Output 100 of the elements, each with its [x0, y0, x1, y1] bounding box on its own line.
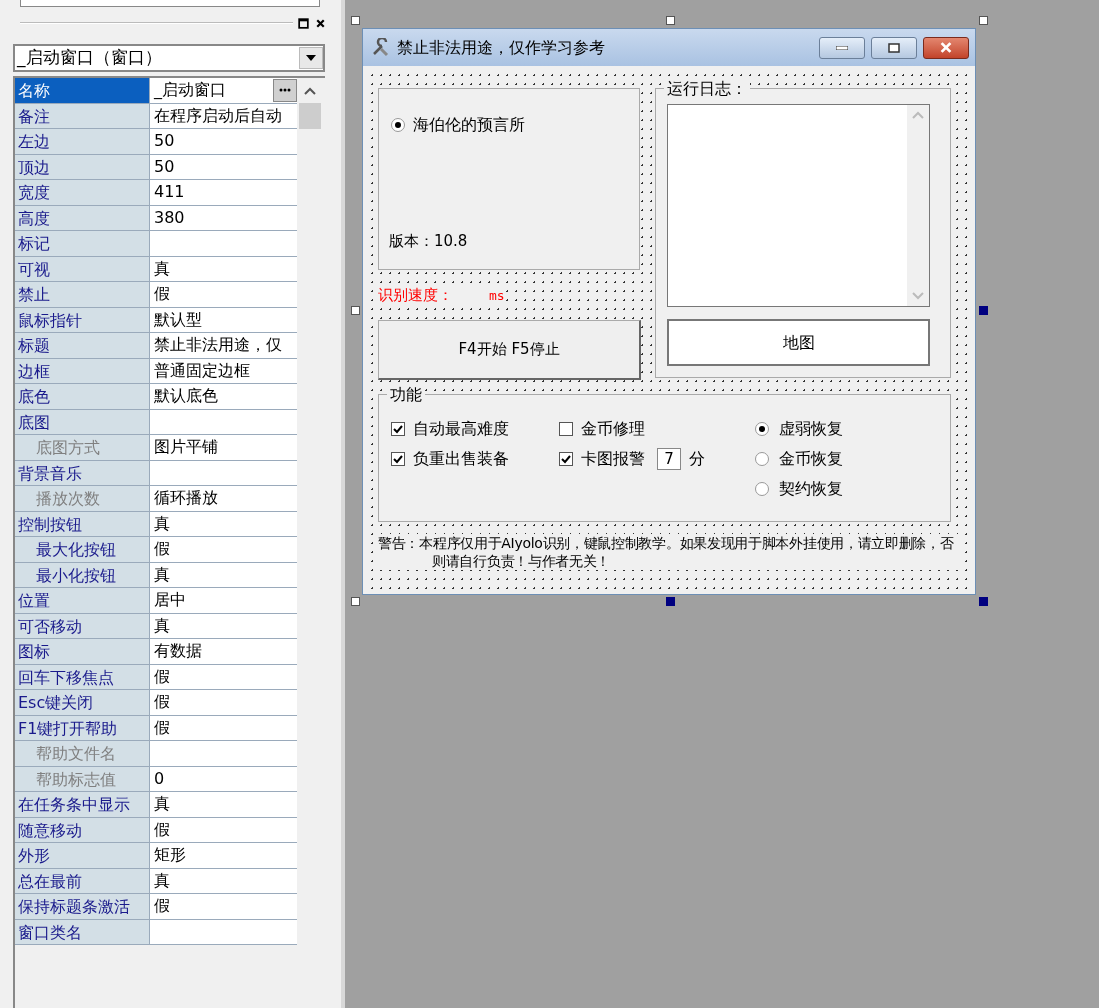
property-value: 假 [154, 538, 170, 561]
restore-icon[interactable] [297, 16, 310, 30]
checkbox[interactable] [391, 452, 405, 466]
property-name: 底图方式 [15, 435, 149, 460]
property-name: 名称 [15, 78, 149, 103]
property-name: Esc键关闭 [15, 690, 149, 715]
property-value: 真 [154, 614, 170, 637]
checkbox-label: 金币修理 [581, 418, 645, 440]
property-value: 禁止非法用途，仅 [154, 334, 282, 357]
property-name: 播放次数 [15, 486, 149, 511]
property-value: 380 [154, 206, 185, 229]
dropdown-caret-icon [306, 55, 316, 61]
resize-handle[interactable] [351, 306, 360, 315]
minutes-unit: 分 [689, 448, 705, 470]
radio-label: 虚弱恢复 [779, 418, 843, 440]
property-name: 背景音乐 [15, 460, 149, 485]
property-name: 位置 [15, 588, 149, 613]
property-value: 默认型 [154, 308, 202, 331]
property-name: 图标 [15, 639, 149, 664]
minutes-field[interactable]: 7 [657, 448, 681, 470]
property-value: 假 [154, 691, 170, 714]
property-name: 外形 [15, 843, 149, 868]
radio-label: 金币恢复 [779, 448, 843, 470]
maximize-button[interactable] [871, 36, 917, 59]
property-name: 边框 [15, 358, 149, 383]
property-name: F1键打开帮助 [15, 715, 149, 740]
property-name: 帮助文件名 [15, 741, 149, 766]
radio-label: 海伯伦的预言所 [413, 114, 525, 136]
property-value: 假 [154, 283, 170, 306]
property-value: _启动窗口 [154, 79, 226, 102]
radio-label: 契约恢复 [779, 478, 843, 500]
property-value: 在程序启动后自动 [154, 104, 282, 127]
radio-button[interactable] [755, 452, 769, 466]
object-selector[interactable]: _启动窗口（窗口） [13, 44, 325, 72]
property-value: 假 [154, 818, 170, 841]
property-value: 默认底色 [154, 385, 218, 408]
map-button[interactable]: 地图 [667, 319, 930, 366]
window-title: 禁止非法用途，仅作学习参考 [397, 36, 606, 59]
property-name: 标记 [15, 231, 149, 256]
property-name: 帮助标志值 [15, 766, 149, 791]
radio-button[interactable] [755, 482, 769, 496]
property-value: 0 [154, 767, 165, 790]
property-value: 居中 [154, 589, 186, 612]
resize-handle[interactable] [979, 306, 988, 315]
close-icon [939, 42, 953, 53]
property-name: 回车下移焦点 [15, 664, 149, 689]
property-name: 标题 [15, 333, 149, 358]
maximize-icon [888, 42, 900, 53]
property-name: 随意移动 [15, 817, 149, 842]
property-name: 可否移动 [15, 613, 149, 638]
scroll-thumb[interactable] [299, 103, 321, 129]
property-value: 真 [154, 257, 170, 280]
property-value: 图片平铺 [154, 436, 218, 459]
checkbox[interactable] [559, 452, 573, 466]
wrench-icon [371, 37, 391, 58]
checkbox-label: 卡图报警 [581, 448, 645, 470]
radio-button[interactable] [755, 422, 769, 436]
property-name: 备注 [15, 103, 149, 128]
speed-label: 识别速度： [378, 285, 453, 306]
property-value: 有数据 [154, 640, 202, 663]
resize-handle[interactable] [666, 16, 675, 25]
checkbox-label: 负重出售装备 [413, 448, 509, 470]
resize-handle[interactable] [351, 16, 360, 25]
property-value: 假 [154, 665, 170, 688]
property-value: 循环播放 [154, 487, 218, 510]
property-name: 高度 [15, 205, 149, 230]
checkbox-label: 自动最高难度 [413, 418, 509, 440]
property-value: 真 [154, 869, 170, 892]
property-value: 411 [154, 181, 185, 204]
minimize-button[interactable] [819, 36, 865, 59]
resize-handle[interactable] [351, 597, 360, 606]
property-name: 在任务条中显示 [15, 792, 149, 817]
checkbox[interactable] [391, 422, 405, 436]
property-value: 假 [154, 716, 170, 739]
property-name: 禁止 [15, 282, 149, 307]
checkbox[interactable] [559, 422, 573, 436]
property-value: 矩形 [154, 844, 186, 867]
property-value: 真 [154, 512, 170, 535]
radio-button[interactable] [391, 118, 405, 132]
property-name: 最大化按钮 [15, 537, 149, 562]
property-value: 普通固定边框 [154, 359, 250, 382]
minimize-icon [836, 45, 848, 50]
property-value: 假 [154, 895, 170, 918]
ellipsis-button[interactable] [273, 78, 297, 102]
property-value: 真 [154, 563, 170, 586]
start-stop-button[interactable]: F4开始 F5停止 [378, 320, 641, 380]
resize-handle[interactable] [666, 597, 675, 606]
property-name: 控制按钮 [15, 511, 149, 536]
property-name: 鼠标指针 [15, 307, 149, 332]
property-name: 可视 [15, 256, 149, 281]
property-name: 底色 [15, 384, 149, 409]
speed-unit: ms [489, 286, 505, 305]
property-name: 总在最前 [15, 868, 149, 893]
scroll-up-icon[interactable] [304, 86, 316, 95]
ellipsis-icon [279, 88, 291, 93]
property-name: 保持标题条激活 [15, 894, 149, 919]
close-button[interactable] [923, 36, 969, 59]
property-name: 底图 [15, 409, 149, 434]
resize-handle[interactable] [979, 16, 988, 25]
resize-handle[interactable] [979, 597, 988, 606]
